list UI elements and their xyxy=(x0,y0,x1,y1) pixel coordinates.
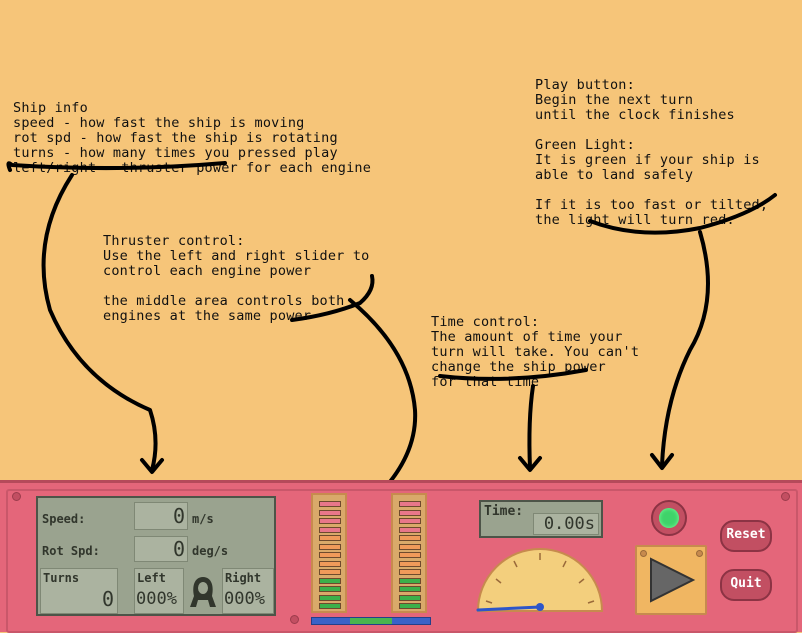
thruster-segment xyxy=(319,560,341,567)
left-power-value: 000% xyxy=(136,589,177,609)
thruster-segment xyxy=(319,569,341,575)
rot-speed-unit: deg/s xyxy=(192,544,229,558)
note-line: Ship info xyxy=(13,100,88,116)
quit-button[interactable]: Quit xyxy=(720,569,772,601)
note-line xyxy=(535,183,768,198)
turns-value: 0 xyxy=(101,587,114,611)
control-panel: Speed: 0 m/s Rot Spd: 0 deg/s Turns 0 Le… xyxy=(0,480,802,633)
screw-icon xyxy=(12,492,21,501)
note-line: able to land safely xyxy=(535,167,694,183)
note-line: left/right - thruster power for each eng… xyxy=(13,160,372,176)
note-line xyxy=(103,279,370,294)
thruster-segment xyxy=(399,594,421,601)
note-line: change the ship power xyxy=(431,359,606,375)
speed-label: Speed: xyxy=(42,512,86,526)
note-line: control each engine power xyxy=(103,263,312,279)
note-line: the middle area controls both xyxy=(103,293,345,309)
note-line: Thruster control: xyxy=(103,233,245,249)
note-line: engines at the same power xyxy=(103,308,312,324)
thruster-segment xyxy=(319,535,341,541)
note-line: until the clock finishes xyxy=(535,107,735,123)
thruster-segment xyxy=(319,552,341,558)
thruster-segment xyxy=(319,509,341,516)
play-icon xyxy=(650,557,696,603)
note-line: Use the left and right slider to xyxy=(103,248,370,264)
thruster-segment xyxy=(399,509,421,516)
thruster-segment xyxy=(399,560,421,567)
thruster-segment xyxy=(399,586,421,592)
time-display: Time: 0.00s xyxy=(479,500,603,538)
note-line: It is green if your ship is xyxy=(535,152,760,168)
thruster-segment xyxy=(319,543,341,550)
right-power-label: Right xyxy=(225,571,262,585)
speed-unit: m/s xyxy=(192,512,214,526)
rot-speed-readout: 0 xyxy=(134,536,188,562)
time-label: Time: xyxy=(484,504,524,519)
ship-info-arrowhead xyxy=(140,458,164,474)
right-power-value: 000% xyxy=(224,589,265,609)
turns-label: Turns xyxy=(43,571,80,585)
time-arrowhead xyxy=(518,456,542,472)
time-control-note: Time control: The amount of time your turn… xyxy=(431,300,639,405)
note-line: If it is too fast or tilted, xyxy=(535,197,769,213)
thruster-segment xyxy=(399,577,421,584)
rot-speed-label: Rot Spd: xyxy=(42,544,100,558)
thruster-segment xyxy=(399,526,421,533)
note-line: the light will turn red. xyxy=(535,212,735,228)
note-line xyxy=(535,123,768,138)
both-thrusters-slider[interactable] xyxy=(311,617,431,625)
thruster-segment xyxy=(319,577,341,584)
note-line: Time control: xyxy=(431,314,540,330)
thruster-segment xyxy=(399,535,421,541)
time-dial[interactable] xyxy=(474,541,606,615)
play-arrow xyxy=(660,230,710,467)
landing-status-light xyxy=(651,500,687,536)
thruster-segment xyxy=(399,518,421,524)
play-button[interactable] xyxy=(635,545,707,615)
thruster-segment xyxy=(399,552,421,558)
note-line: Green Light: xyxy=(535,137,635,153)
screw-icon xyxy=(290,615,299,624)
note-line: The amount of time your xyxy=(431,329,623,345)
note-line: speed - how fast the ship is moving xyxy=(13,115,305,131)
thruster-segment xyxy=(319,501,341,507)
thruster-segment xyxy=(399,603,421,609)
note-line: Play button: xyxy=(535,77,635,93)
both-thrusters-center xyxy=(350,618,392,624)
time-readout: 0.00s xyxy=(533,513,599,535)
thruster-segment xyxy=(319,586,341,592)
note-line: rot spd - how fast the ship is rotating xyxy=(13,130,338,146)
ship-info-note: Ship info speed - how fast the ship is mo… xyxy=(13,86,371,191)
time-value: 0.00s xyxy=(543,514,595,534)
thruster-segment xyxy=(399,501,421,507)
note-line: for that time xyxy=(431,374,540,390)
right-thruster-slider[interactable] xyxy=(391,493,427,613)
thruster-segment xyxy=(319,518,341,524)
speed-readout: 0 xyxy=(134,502,188,530)
ship-icon xyxy=(188,574,218,610)
thruster-segment xyxy=(319,603,341,609)
thruster-segment xyxy=(399,569,421,575)
green-light-icon xyxy=(659,508,679,528)
thruster-segment xyxy=(319,526,341,533)
play-button-note: Play button: Begin the next turn until the… xyxy=(535,63,768,243)
note-line: turns - how many times you pressed play xyxy=(13,145,338,161)
thruster-segment xyxy=(399,543,421,550)
reset-button[interactable]: Reset xyxy=(720,520,772,552)
left-thruster-slider[interactable] xyxy=(311,493,347,613)
screw-icon xyxy=(781,492,790,501)
thruster-control-note: Thruster control: Use the left and right … xyxy=(103,219,370,339)
rot-speed-value: 0 xyxy=(172,537,185,561)
left-power-readout: Left 000% xyxy=(134,568,184,614)
right-power-readout: Right 000% xyxy=(222,568,274,614)
note-line: Begin the next turn xyxy=(535,92,694,108)
speed-value: 0 xyxy=(172,504,185,528)
turns-readout: Turns 0 xyxy=(40,568,118,614)
left-power-label: Left xyxy=(137,571,166,585)
note-line: turn will take. You can't xyxy=(431,344,640,360)
play-arrowhead xyxy=(650,453,674,470)
ship-info-display: Speed: 0 m/s Rot Spd: 0 deg/s Turns 0 Le… xyxy=(36,496,276,616)
thruster-segment xyxy=(319,594,341,601)
